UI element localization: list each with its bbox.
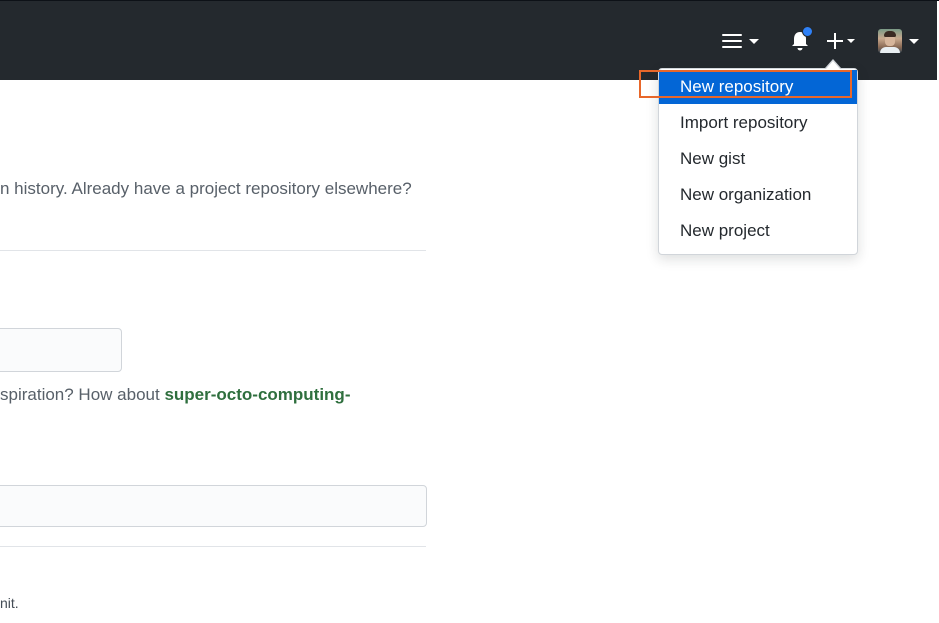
menu-item-label: New organization xyxy=(680,185,812,204)
global-menu-button[interactable] xyxy=(722,27,759,55)
avatar xyxy=(878,29,902,53)
hamburger-icon xyxy=(722,34,742,48)
user-menu-button[interactable] xyxy=(878,27,919,55)
menu-item-new-gist[interactable]: New gist xyxy=(659,142,857,176)
menu-item-label: New gist xyxy=(680,149,746,168)
create-new-dropdown: New repository Import repository New gis… xyxy=(658,68,858,255)
intro-text: n history. Already have a project reposi… xyxy=(0,179,412,198)
page: n history. Already have a project reposi… xyxy=(0,0,939,623)
name-suggestion-prefix: spiration? How about xyxy=(0,385,165,404)
plus-icon xyxy=(827,33,843,49)
notification-indicator xyxy=(802,26,813,37)
divider xyxy=(0,250,426,251)
create-new-button[interactable] xyxy=(827,27,855,55)
repository-name-input[interactable] xyxy=(0,328,122,372)
chevron-down-icon xyxy=(909,38,919,44)
menu-item-label: New repository xyxy=(680,77,794,96)
divider xyxy=(0,546,426,547)
name-suggestion-text: spiration? How about super-octo-computin… xyxy=(0,385,350,405)
menu-item-import-repository[interactable]: Import repository xyxy=(659,106,857,140)
menu-item-label: New project xyxy=(680,221,770,240)
bell-icon xyxy=(790,26,813,52)
footer-fragment-text: nit. xyxy=(0,595,19,611)
name-suggestion-link[interactable]: super-octo-computing- xyxy=(164,385,350,404)
dropdown-caret-fill xyxy=(826,61,840,69)
notifications-button[interactable] xyxy=(790,26,813,55)
header-top-edge xyxy=(0,0,939,1)
menu-item-new-project[interactable]: New project xyxy=(659,214,857,248)
menu-item-label: Import repository xyxy=(680,113,808,132)
menu-item-new-repository[interactable]: New repository xyxy=(659,70,857,104)
menu-item-new-organization[interactable]: New organization xyxy=(659,178,857,212)
chevron-down-icon xyxy=(847,39,855,43)
chevron-down-icon xyxy=(749,38,759,44)
description-input[interactable] xyxy=(0,485,427,527)
